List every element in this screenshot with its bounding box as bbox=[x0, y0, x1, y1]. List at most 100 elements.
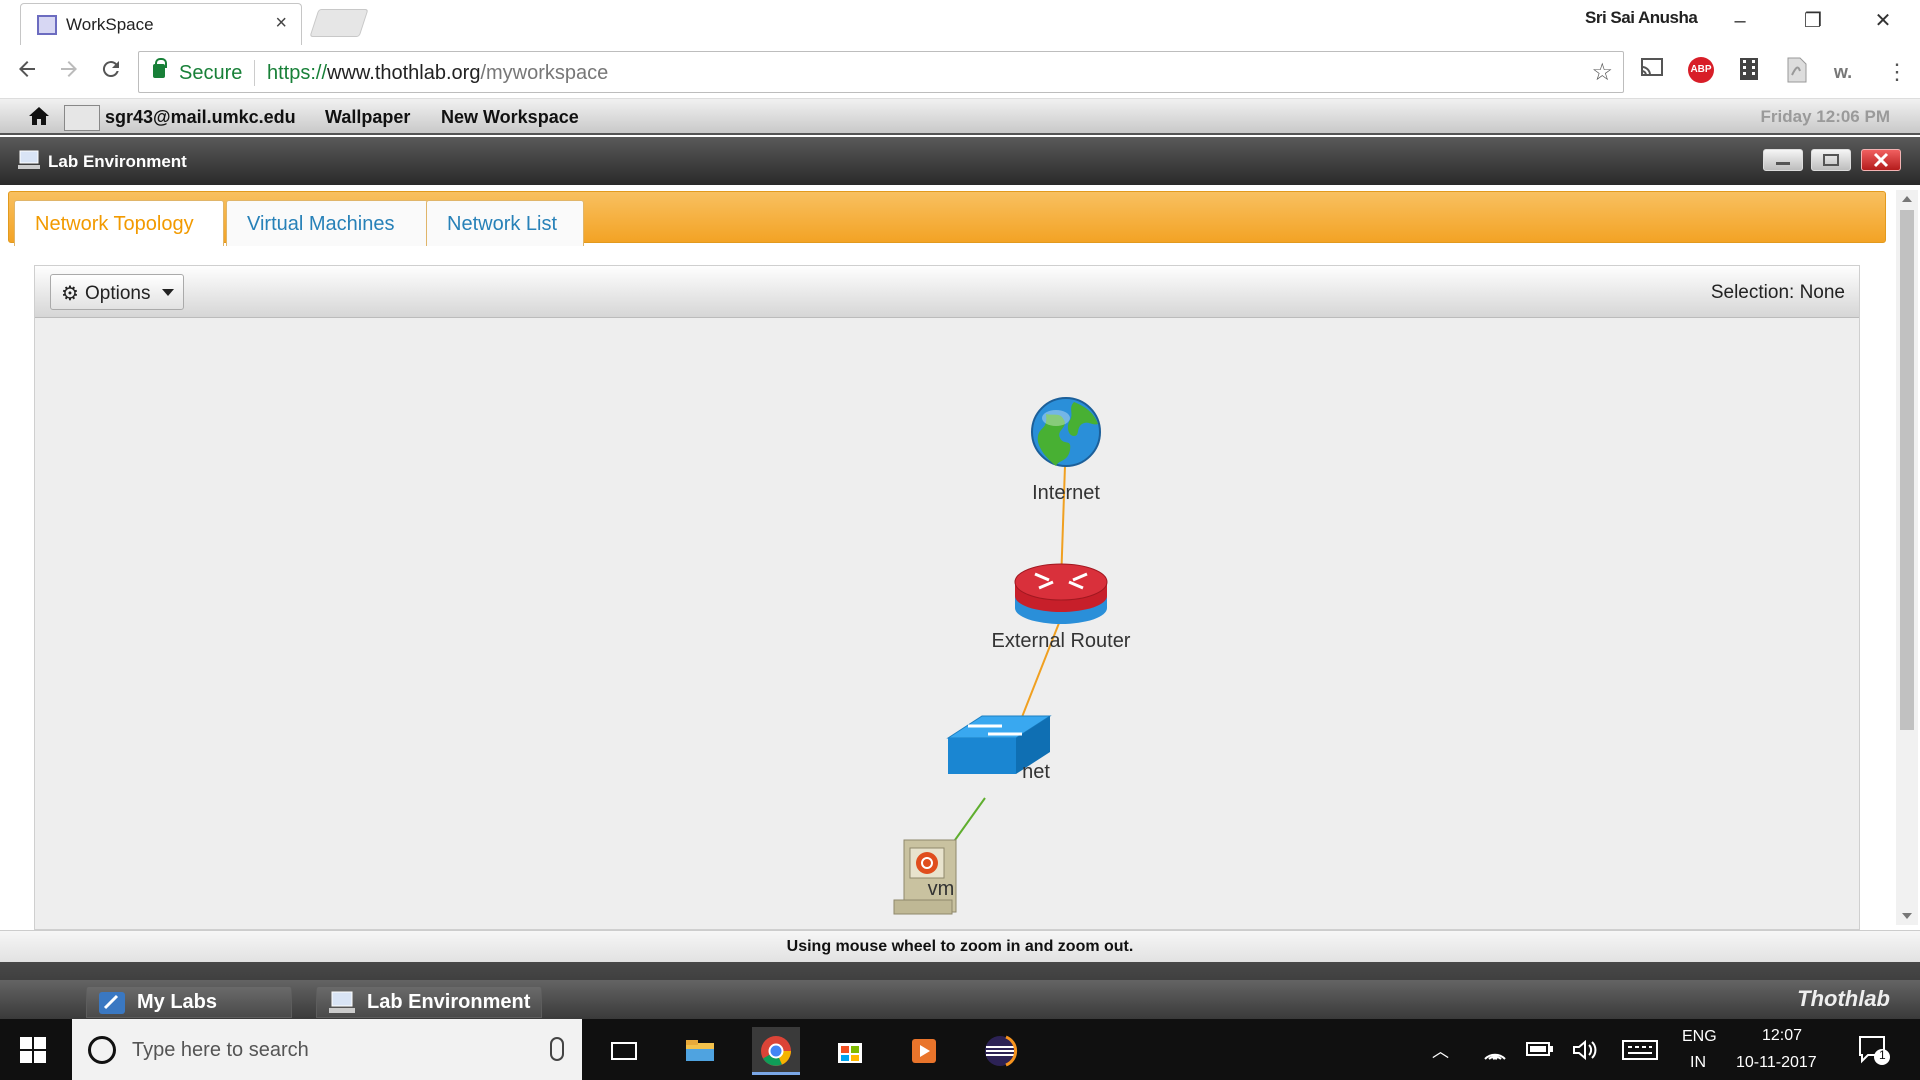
browser-tab-title: WorkSpace bbox=[66, 15, 154, 34]
secure-label: Secure bbox=[179, 62, 243, 84]
close-icon bbox=[1873, 152, 1889, 168]
film-icon[interactable] bbox=[1734, 57, 1764, 87]
net-label: net bbox=[1022, 761, 1050, 783]
window-close-button[interactable] bbox=[1861, 149, 1901, 171]
file-explorer-button[interactable] bbox=[676, 1027, 724, 1075]
tab-network-list[interactable]: Network List bbox=[426, 200, 584, 246]
user-email[interactable]: sgr43@mail.umkc.edu bbox=[105, 107, 296, 128]
forward-button[interactable] bbox=[54, 57, 84, 87]
tray-item-label: Lab Environment bbox=[367, 991, 531, 1013]
restore-window-button[interactable]: ❐ bbox=[1798, 6, 1828, 36]
screen: WorkSpace × Sri Sai Anusha – ❐ ✕ Secure … bbox=[0, 0, 1920, 1080]
task-view-icon bbox=[611, 1042, 637, 1060]
bookmark-star-icon[interactable]: ☆ bbox=[1591, 58, 1613, 87]
external-router-node[interactable] bbox=[1014, 563, 1108, 624]
windows-start-icon[interactable] bbox=[20, 1037, 46, 1063]
vm-node[interactable] bbox=[893, 839, 957, 915]
vertical-scrollbar[interactable] bbox=[1896, 190, 1918, 925]
tab-virtual-machines[interactable]: Virtual Machines bbox=[226, 200, 428, 246]
keyboard-icon[interactable] bbox=[1622, 1039, 1658, 1061]
scroll-thumb[interactable] bbox=[1900, 210, 1914, 730]
internet-node[interactable] bbox=[1031, 397, 1101, 467]
browser-tab[interactable]: WorkSpace × bbox=[20, 3, 302, 45]
url-text[interactable]: https://www.thothlab.org/myworkspace bbox=[267, 62, 608, 85]
scroll-down-arrow-icon[interactable] bbox=[1902, 913, 1912, 919]
video-app-button[interactable] bbox=[900, 1027, 948, 1075]
volume-icon[interactable] bbox=[1572, 1039, 1598, 1061]
reload-button[interactable] bbox=[96, 57, 126, 87]
menu-icon[interactable]: ⋮ bbox=[1882, 57, 1912, 87]
computer-icon bbox=[18, 150, 40, 169]
tray-item-lab-environment[interactable]: Lab Environment bbox=[316, 986, 542, 1018]
taskbar-time[interactable]: 12:07 bbox=[1762, 1027, 1802, 1045]
topology-toolbar: ⚙ Options Selection: None bbox=[35, 266, 1859, 318]
task-view-button[interactable] bbox=[600, 1027, 648, 1075]
minimize-icon bbox=[1776, 162, 1790, 165]
address-bar[interactable]: Secure https://www.thothlab.org/myworksp… bbox=[138, 51, 1624, 93]
profile-name[interactable]: Sri Sai Anusha bbox=[1585, 8, 1698, 28]
maximize-icon bbox=[1823, 154, 1839, 166]
notification-count: 1 bbox=[1879, 1048, 1886, 1062]
labs-icon bbox=[99, 992, 125, 1014]
store-button[interactable] bbox=[826, 1027, 874, 1075]
internet-label: Internet bbox=[1032, 482, 1100, 504]
window-minimize-button[interactable] bbox=[1763, 149, 1803, 171]
forward-arrow-icon bbox=[61, 61, 77, 77]
workspace-favicon-icon bbox=[37, 15, 57, 35]
window-title: Lab Environment bbox=[48, 152, 187, 171]
notification-icon bbox=[1859, 1036, 1890, 1065]
app-tray: My Labs Lab Environment Thothlab bbox=[0, 962, 1920, 1019]
topology-graph bbox=[893, 397, 1108, 915]
minimize-window-button[interactable]: – bbox=[1725, 6, 1755, 36]
home-icon[interactable] bbox=[28, 105, 50, 127]
action-center-button[interactable]: 1 bbox=[1858, 1035, 1892, 1067]
tab-network-topology[interactable]: Network Topology bbox=[14, 200, 224, 246]
reload-icon bbox=[102, 61, 119, 78]
address-separator bbox=[254, 60, 255, 86]
options-button[interactable]: ⚙ Options bbox=[50, 274, 184, 310]
zoom-hint: Using mouse wheel to zoom in and zoom ou… bbox=[0, 930, 1920, 962]
folder-icon bbox=[686, 1040, 714, 1061]
back-button[interactable] bbox=[12, 57, 42, 87]
w-icon[interactable]: w. bbox=[1828, 57, 1858, 87]
caret-down-icon bbox=[162, 289, 174, 296]
cortana-icon bbox=[88, 1036, 116, 1064]
vm-label: vm bbox=[927, 878, 955, 900]
chrome-button[interactable] bbox=[752, 1027, 800, 1075]
taskbar-search[interactable]: Type here to search bbox=[72, 1019, 582, 1080]
url-host: www.thothlab.org bbox=[327, 62, 481, 84]
tab-bar: Network Topology Virtual Machines Networ… bbox=[8, 191, 1886, 246]
external-router-label: External Router bbox=[991, 630, 1131, 652]
window-maximize-button[interactable] bbox=[1811, 149, 1851, 171]
app-header: sgr43@mail.umkc.edu Wallpaper New Worksp… bbox=[0, 99, 1920, 135]
window-title-bar: Lab Environment bbox=[0, 137, 1920, 185]
taskbar-date[interactable]: 10-11-2017 bbox=[1736, 1054, 1817, 1072]
new-tab-button[interactable] bbox=[309, 9, 369, 37]
new-workspace-link[interactable]: New Workspace bbox=[441, 107, 579, 128]
wifi-icon[interactable] bbox=[1482, 1039, 1508, 1061]
show-hidden-icons-icon[interactable]: ︿ bbox=[1432, 1037, 1449, 1062]
pdf-icon[interactable] bbox=[1782, 57, 1812, 87]
cast-icon[interactable] bbox=[1637, 57, 1667, 87]
avatar[interactable] bbox=[64, 105, 100, 131]
url-path: /myworkspace bbox=[480, 62, 609, 84]
eclipse-button[interactable] bbox=[976, 1027, 1024, 1075]
browser-tab-strip: WorkSpace × Sri Sai Anusha – ❐ ✕ bbox=[0, 0, 1920, 45]
header-clock: Friday 12:06 PM bbox=[1760, 107, 1890, 126]
battery-icon[interactable] bbox=[1526, 1041, 1554, 1057]
back-arrow-icon bbox=[19, 61, 35, 77]
gear-icon: ⚙ bbox=[61, 283, 79, 305]
input-region[interactable]: IN bbox=[1690, 1054, 1706, 1072]
close-tab-icon[interactable]: × bbox=[275, 12, 287, 35]
wallpaper-link[interactable]: Wallpaper bbox=[325, 107, 410, 128]
close-window-button[interactable]: ✕ bbox=[1868, 6, 1898, 36]
tray-item-my-labs[interactable]: My Labs bbox=[86, 986, 292, 1018]
eclipse-icon bbox=[985, 1035, 1018, 1067]
input-language[interactable]: ENG bbox=[1682, 1028, 1717, 1046]
tray-wallpaper-strip bbox=[0, 962, 1920, 980]
adblock-icon[interactable]: ABP bbox=[1688, 57, 1714, 83]
microphone-icon[interactable] bbox=[550, 1037, 564, 1061]
topology-canvas[interactable]: Internet External Router net vm bbox=[35, 318, 1859, 930]
search-placeholder: Type here to search bbox=[132, 1039, 309, 1061]
scroll-up-arrow-icon[interactable] bbox=[1902, 196, 1912, 202]
